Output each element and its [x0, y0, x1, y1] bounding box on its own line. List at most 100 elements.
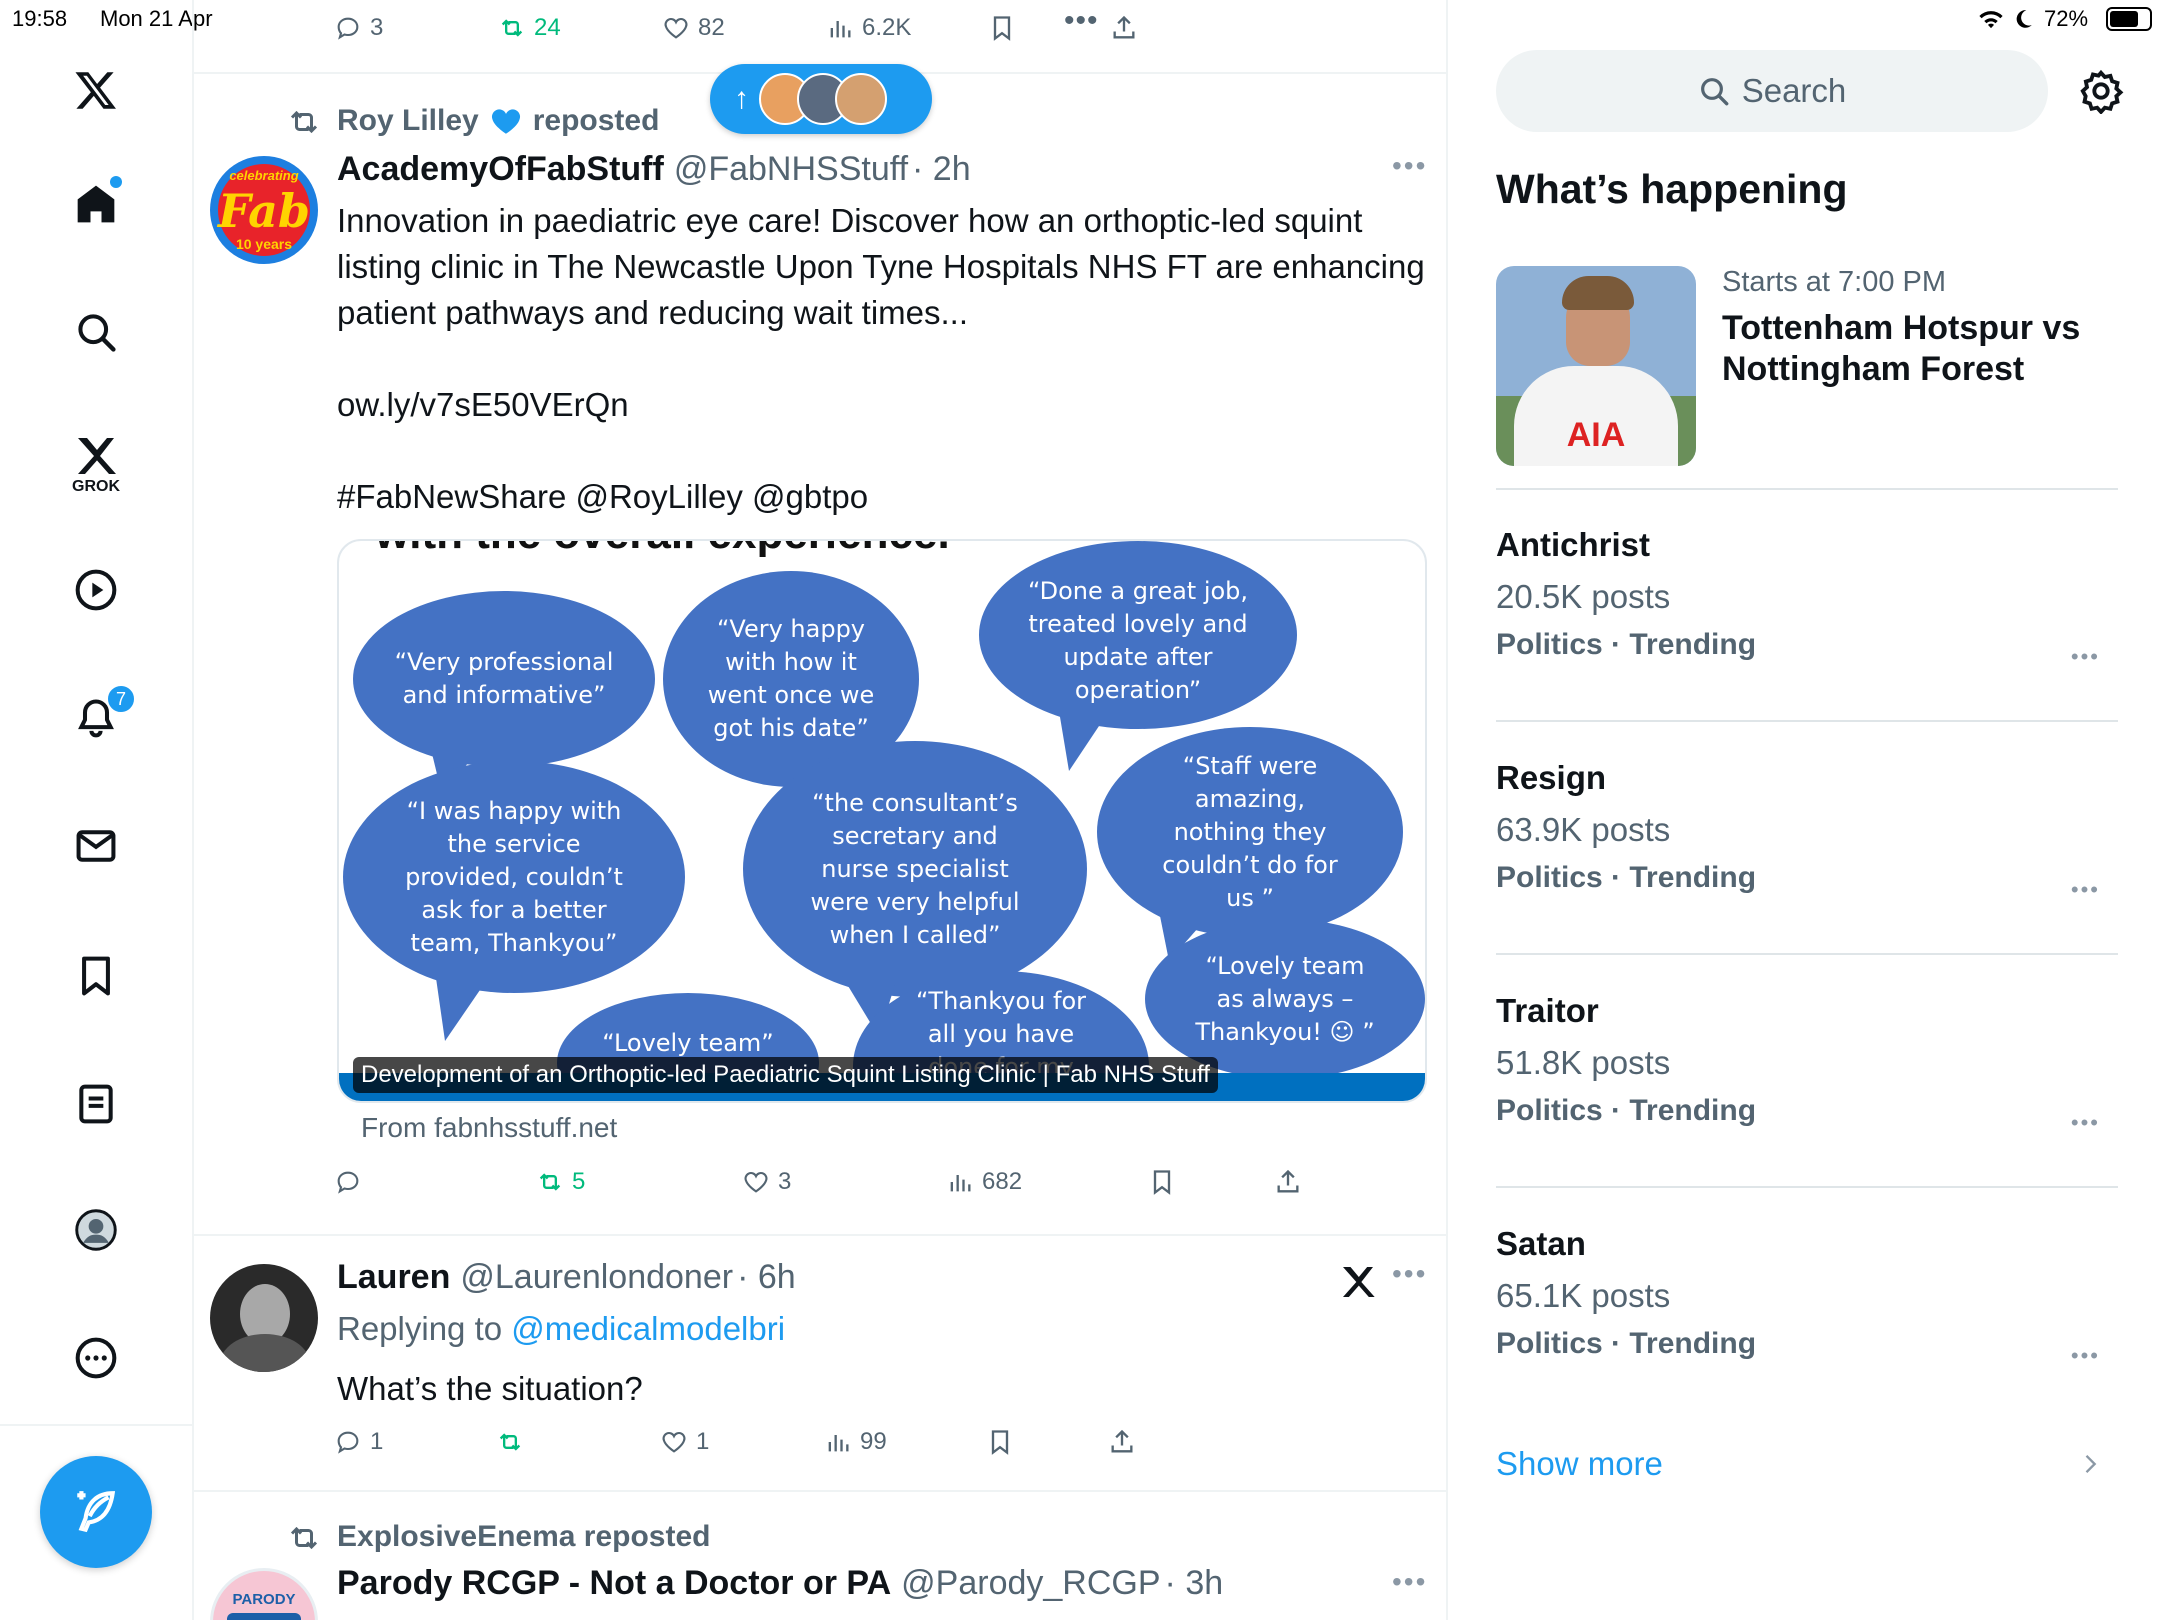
- avatar-text: celebrating: [229, 168, 299, 183]
- trend-item[interactable]: Resign 63.9K posts Politics · Trending •…: [1496, 759, 2118, 919]
- messages-envelope-icon[interactable]: [66, 816, 126, 876]
- views-chart-icon: [830, 21, 851, 38]
- video-play-icon[interactable]: [66, 560, 126, 620]
- repost-context: Roy Lilley reposted: [337, 104, 659, 138]
- reposter-name[interactable]: Roy Lilley: [337, 104, 479, 138]
- author-avatar[interactable]: [210, 1264, 318, 1372]
- top-post-actions: 3 24 82 6.2K •••: [334, 4, 1454, 50]
- post-more-menu-icon[interactable]: •••: [1392, 150, 1427, 182]
- bookmark-icon: [993, 16, 1011, 41]
- link-card[interactable]: with the overall experience. “Very profe…: [337, 539, 1427, 1103]
- views-button[interactable]: 99: [824, 1428, 887, 1456]
- replying-to: Replying to @medicalmodelbri: [337, 1310, 785, 1348]
- card-source[interactable]: From fabnhsstuff.net: [361, 1112, 617, 1144]
- post-more-menu-icon[interactable]: •••: [1392, 1258, 1427, 1290]
- reply-button[interactable]: [334, 1168, 370, 1196]
- reply-button[interactable]: 3: [334, 14, 383, 42]
- author-avatar[interactable]: PARODY: [210, 1568, 318, 1620]
- trend-posts: 20.5K posts: [1496, 578, 1671, 615]
- repost-icon: [501, 19, 523, 37]
- author-name[interactable]: Lauren: [337, 1258, 450, 1297]
- explore-search-icon[interactable]: [66, 302, 126, 362]
- trend-category: Politics · Trending: [1496, 861, 1757, 894]
- new-posts-pill[interactable]: ↑: [710, 64, 932, 134]
- like-button[interactable]: 3: [742, 1168, 791, 1196]
- lists-icon[interactable]: [66, 1074, 126, 1134]
- post-time[interactable]: · 6h: [737, 1258, 796, 1297]
- search-icon: [1700, 78, 1729, 106]
- multitask-dots-icon: •••: [1064, 4, 1099, 37]
- compose-post-button[interactable]: [40, 1456, 152, 1568]
- grok-icon[interactable]: GROK: [66, 424, 126, 504]
- author-name[interactable]: AcademyOfFabStuff: [337, 150, 664, 189]
- reply-button[interactable]: 1: [334, 1428, 383, 1456]
- trend-category: Politics · Trending: [1496, 628, 1757, 661]
- bookmark-button[interactable]: [988, 14, 1016, 42]
- share-button[interactable]: [1274, 1168, 1302, 1196]
- repost-icon: [499, 1433, 521, 1451]
- views-button[interactable]: 6.2K: [826, 14, 911, 42]
- avatar-text: PARODY: [232, 1591, 296, 1608]
- show-more-link[interactable]: Show more: [1496, 1442, 2118, 1486]
- battery-percent: 72%: [2044, 6, 2089, 31]
- repost-button[interactable]: 5: [536, 1168, 585, 1196]
- trend-item[interactable]: Antichrist 20.5K posts Politics · Trendi…: [1496, 526, 2118, 686]
- battery-icon: [2106, 7, 2152, 31]
- more-options-icon[interactable]: [66, 1328, 126, 1388]
- replying-to-handle[interactable]: @medicalmodelbri: [511, 1310, 785, 1347]
- post-link[interactable]: ow.ly/v7sE50VErQn: [337, 382, 629, 428]
- post-text: Innovation in paediatric eye care! Disco…: [337, 202, 1425, 331]
- repost-indicator-icon: [286, 104, 326, 140]
- view-count: 99: [860, 1428, 887, 1455]
- repost-suffix: reposted: [532, 104, 660, 137]
- trend-more-icon[interactable]: •••: [2071, 644, 2100, 670]
- repost-button[interactable]: [496, 1428, 532, 1456]
- home-unread-dot: [110, 176, 122, 188]
- trend-more-icon[interactable]: •••: [2071, 1110, 2100, 1136]
- repost-count: 5: [572, 1168, 586, 1195]
- author-avatar[interactable]: celebrating Fab 10 years: [210, 156, 318, 264]
- shirt-sponsor-text: AIA: [1566, 416, 1626, 454]
- author-name[interactable]: Parody RCGP - Not a Doctor or PA: [337, 1564, 891, 1603]
- view-count: 682: [982, 1168, 1023, 1195]
- post-time[interactable]: · 3h: [1165, 1564, 1224, 1603]
- pill-avatar: [835, 73, 887, 125]
- feedback-bubble: “I was happy with the service provided, …: [343, 761, 685, 993]
- show-more-label: Show more: [1496, 1445, 1663, 1482]
- like-count: 3: [778, 1168, 792, 1195]
- feedback-bubble: “the consultant’s secretary and nurse sp…: [743, 741, 1087, 997]
- trend-more-icon[interactable]: •••: [2071, 877, 2100, 903]
- repost-icon: [539, 1173, 561, 1191]
- post-more-menu-icon[interactable]: •••: [1392, 1566, 1427, 1598]
- x-logo-icon[interactable]: [66, 60, 126, 120]
- like-button[interactable]: 82: [662, 14, 725, 42]
- repost-context[interactable]: ExplosiveEnema reposted: [337, 1520, 710, 1554]
- bookmark-button[interactable]: [986, 1428, 1014, 1456]
- views-button[interactable]: 682: [946, 1168, 1022, 1196]
- share-icon: [1277, 1169, 1299, 1193]
- author-handle[interactable]: @Laurenlondoner: [460, 1258, 733, 1297]
- post-time[interactable]: · 2h: [912, 150, 971, 189]
- event-title[interactable]: Tottenham Hotspur vs Nottingham Forest: [1722, 308, 2102, 390]
- card-image-heading: with the overall experience.: [375, 541, 950, 559]
- bookmarks-icon[interactable]: [66, 946, 126, 1006]
- like-button[interactable]: 1: [660, 1428, 709, 1456]
- trend-item[interactable]: Traitor 51.8K posts Politics · Trending …: [1496, 992, 2118, 1152]
- grok-explain-icon[interactable]: [1338, 1262, 1378, 1302]
- event-image[interactable]: AIA: [1496, 266, 1696, 466]
- compose-feather-icon: [77, 1491, 116, 1533]
- author-handle[interactable]: @Parody_RCGP: [901, 1564, 1160, 1603]
- settings-gear-icon[interactable]: [2078, 68, 2124, 115]
- share-button[interactable]: [1108, 1428, 1136, 1456]
- repost-button[interactable]: 24: [498, 14, 561, 42]
- share-button[interactable]: [1110, 14, 1138, 42]
- home-icon[interactable]: [66, 174, 126, 234]
- trend-item[interactable]: Satan 65.1K posts Politics · Trending ••…: [1496, 1225, 2118, 1385]
- trend-more-icon[interactable]: •••: [2071, 1343, 2100, 1369]
- bookmark-button[interactable]: [1148, 1168, 1176, 1196]
- author-handle[interactable]: @FabNHSStuff: [674, 150, 908, 189]
- search-input[interactable]: Search: [1496, 50, 2048, 132]
- post-hashtags[interactable]: #FabNewShare @RoyLilley @gbtpo: [337, 474, 868, 520]
- profile-avatar-icon[interactable]: [66, 1200, 126, 1260]
- notifications-bell-icon[interactable]: 7: [66, 684, 136, 748]
